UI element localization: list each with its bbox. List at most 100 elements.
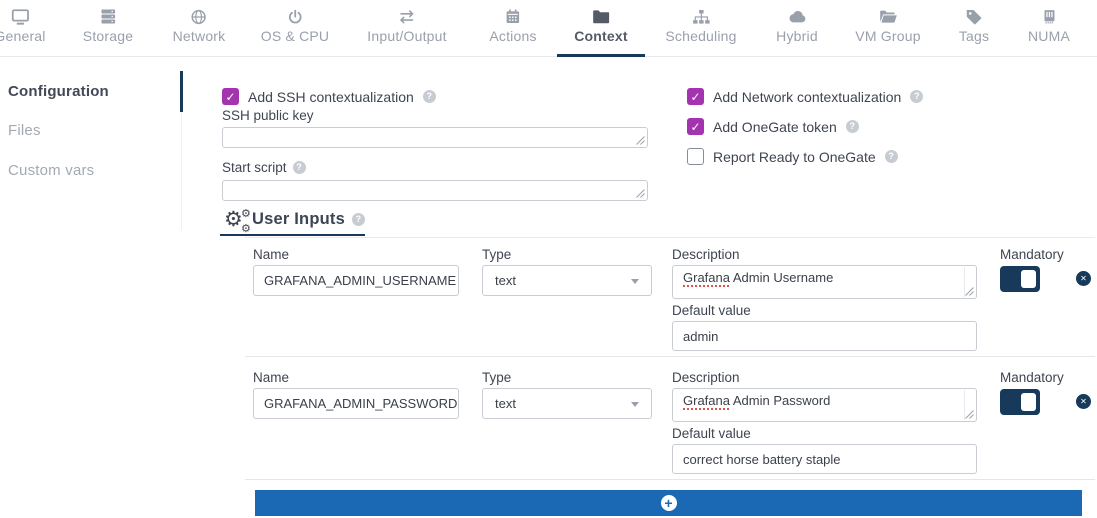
name-label: Name — [253, 247, 289, 262]
mandatory-label: Mandatory — [1000, 247, 1064, 262]
type-label: Type — [482, 370, 511, 385]
add-network-checkbox[interactable] — [687, 88, 704, 105]
tab-scheduling[interactable]: Scheduling — [665, 7, 736, 46]
type-select[interactable]: text — [482, 388, 652, 419]
name-value: GRAFANA_ADMIN_USERNAME — [264, 273, 456, 288]
default-value-label: Default value — [672, 303, 751, 318]
resize-handle-icon[interactable] — [636, 189, 645, 198]
gears-icon — [224, 205, 251, 232]
help-icon[interactable] — [846, 120, 859, 133]
tab-network[interactable]: Network — [173, 7, 226, 46]
mandatory-toggle[interactable] — [1000, 266, 1040, 292]
user-inputs-title: User Inputs — [252, 210, 365, 229]
active-tab-indicator — [557, 54, 645, 57]
report-ready-label: Report Ready to OneGate — [713, 149, 876, 165]
user-inputs-table-top-border — [245, 237, 1095, 238]
add-onegate-token-row: Add OneGate token — [687, 118, 859, 135]
vm-template-context-page: General Storage Network OS & CPU Input/O — [0, 0, 1097, 518]
exchange-arrows-icon — [367, 7, 446, 26]
tab-vm-group[interactable]: VM Group — [855, 7, 920, 46]
tab-tags[interactable]: Tags — [959, 7, 989, 46]
default-value-input[interactable]: admin — [672, 321, 977, 351]
sidebar-item-configuration[interactable]: Configuration — [8, 83, 109, 100]
calendar-icon — [489, 7, 536, 26]
add-user-input-button[interactable] — [255, 490, 1082, 516]
sitemap-icon — [665, 7, 736, 26]
tab-label: Network — [173, 28, 226, 44]
chevron-down-icon — [631, 279, 639, 284]
tab-label: Hybrid — [776, 28, 818, 44]
user-inputs-title-text: User Inputs — [252, 210, 345, 229]
default-value-text: correct horse battery staple — [683, 452, 841, 467]
remove-input-button[interactable] — [1076, 271, 1091, 286]
tab-general[interactable]: General — [0, 7, 46, 46]
toggle-knob — [1021, 393, 1036, 411]
add-ssh-checkbox[interactable] — [222, 88, 239, 105]
tab-os-cpu[interactable]: OS & CPU — [261, 7, 330, 46]
report-ready-row: Report Ready to OneGate — [687, 148, 898, 165]
description-rest: Admin Password — [730, 393, 830, 408]
tab-label: Tags — [959, 28, 989, 44]
tab-label: Input/Output — [367, 28, 446, 44]
ssh-public-key-label: SSH public key — [222, 108, 314, 123]
tab-storage[interactable]: Storage — [83, 7, 133, 46]
description-textarea[interactable]: Grafana Admin Password — [672, 388, 977, 422]
help-icon[interactable] — [910, 90, 923, 103]
help-icon[interactable] — [293, 161, 306, 174]
type-label: Type — [482, 247, 511, 262]
ssh-public-key-textarea[interactable] — [222, 127, 648, 148]
tab-label: OS & CPU — [261, 28, 330, 44]
microchip-icon — [1028, 7, 1070, 26]
tab-input-output[interactable]: Input/Output — [367, 7, 446, 46]
start-script-label-text: Start script — [222, 160, 287, 175]
default-value-label: Default value — [672, 426, 751, 441]
description-misspelled-word: Grafana — [683, 270, 730, 285]
name-input[interactable]: GRAFANA_ADMIN_USERNAME — [253, 265, 459, 296]
description-misspelled-word: Grafana — [683, 393, 730, 408]
add-onegate-label: Add OneGate token — [713, 119, 837, 135]
add-onegate-checkbox[interactable] — [687, 118, 704, 135]
resize-handle-icon[interactable] — [965, 287, 974, 296]
name-value: GRAFANA_ADMIN_PASSWORD — [264, 396, 457, 411]
tab-numa[interactable]: NUMA — [1028, 7, 1070, 46]
sidebar-divider — [181, 112, 182, 230]
toggle-knob — [1021, 270, 1036, 288]
description-rest: Admin Username — [730, 270, 833, 285]
sidebar-item-files[interactable]: Files — [8, 122, 41, 139]
resize-handle-icon[interactable] — [965, 410, 974, 419]
mandatory-label: Mandatory — [1000, 370, 1064, 385]
description-textarea[interactable]: Grafana Admin Username — [672, 265, 977, 299]
start-script-textarea[interactable] — [222, 180, 648, 201]
tab-context[interactable]: Context — [574, 7, 628, 46]
resize-handle-icon[interactable] — [636, 136, 645, 145]
report-ready-checkbox[interactable] — [687, 148, 704, 165]
help-icon[interactable] — [885, 150, 898, 163]
tab-actions[interactable]: Actions — [489, 7, 536, 46]
power-icon — [261, 7, 330, 26]
user-inputs-active-underline — [220, 234, 365, 236]
mandatory-toggle[interactable] — [1000, 389, 1040, 415]
tab-label: Actions — [489, 28, 536, 44]
help-icon[interactable] — [352, 213, 365, 226]
name-input[interactable]: GRAFANA_ADMIN_PASSWORD — [253, 388, 459, 419]
default-value-text: admin — [683, 329, 718, 344]
sidebar-item-custom-vars[interactable]: Custom vars — [8, 162, 94, 179]
tab-label: NUMA — [1028, 28, 1070, 44]
type-select[interactable]: text — [482, 265, 652, 296]
add-ssh-label: Add SSH contextualization — [248, 89, 414, 105]
tab-label: VM Group — [855, 28, 920, 44]
user-input-row: Name GRAFANA_ADMIN_USERNAME Type text De… — [245, 245, 1095, 357]
remove-input-button[interactable] — [1076, 394, 1091, 409]
wizard-tab-bar: General Storage Network OS & CPU Input/O — [0, 0, 1097, 57]
tab-label: Storage — [83, 28, 133, 44]
description-label: Description — [672, 370, 740, 385]
description-label: Description — [672, 247, 740, 262]
default-value-input[interactable]: correct horse battery staple — [672, 444, 977, 474]
folder-open-icon — [855, 7, 920, 26]
add-network-contextualization-row: Add Network contextualization — [687, 88, 923, 105]
add-ssh-contextualization-row: Add SSH contextualization — [222, 88, 436, 105]
start-script-label: Start script — [222, 160, 306, 175]
help-icon[interactable] — [423, 90, 436, 103]
tab-hybrid[interactable]: Hybrid — [776, 7, 818, 46]
chevron-down-icon — [631, 402, 639, 407]
